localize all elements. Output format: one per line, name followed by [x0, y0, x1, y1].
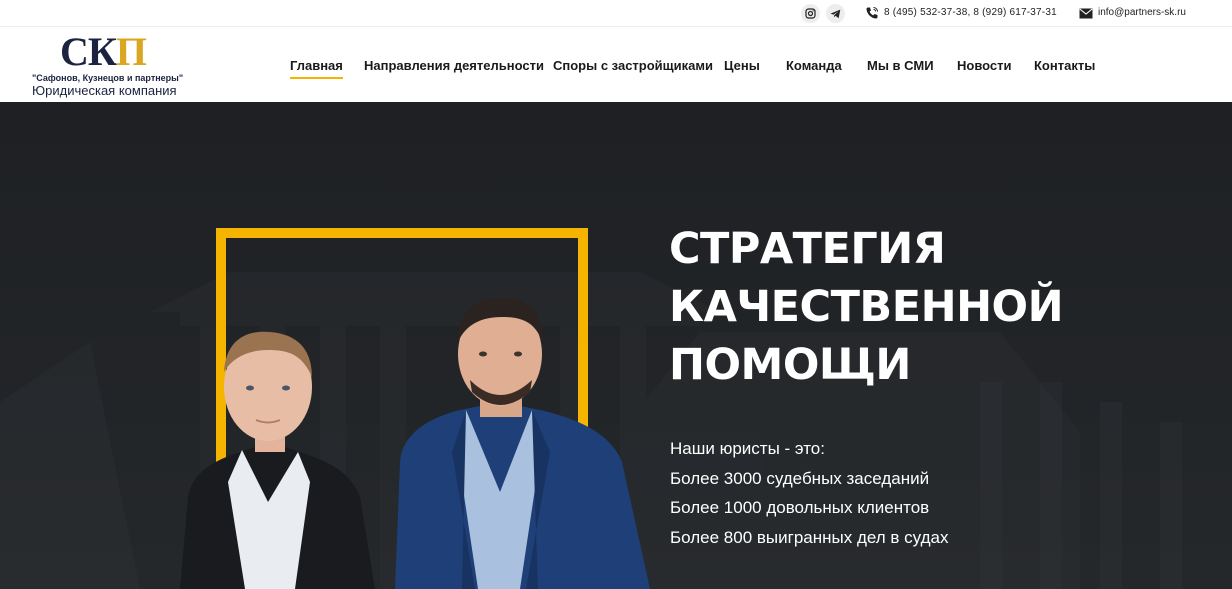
email-link[interactable]: info@partners-sk.ru [1098, 7, 1186, 18]
hero-facts: Наши юристы - это: Более 3000 судебных з… [670, 434, 948, 552]
hero-title: СТРАТЕГИЯ КАЧЕСТВЕННОЙ ПОМОЩИ [669, 220, 1189, 394]
hero-fact: Более 800 выигранных дел в судах [670, 527, 949, 547]
logo-firm-name: "Сафонов, Кузнецов и партнеры" [32, 73, 184, 83]
hero-fact: Более 3000 судебных заседаний [670, 468, 930, 488]
nav-item-media[interactable]: Мы в СМИ [867, 58, 934, 73]
telegram-icon[interactable] [826, 4, 845, 23]
nav-item-prices[interactable]: Цены [724, 58, 760, 73]
mail-icon [1079, 8, 1093, 19]
logo-mark: СКП [60, 29, 147, 74]
lawyers-photo [180, 298, 650, 589]
hero-section: СТРАТЕГИЯ КАЧЕСТВЕННОЙ ПОМОЩИ Наши юрист… [0, 102, 1232, 589]
instagram-icon[interactable] [801, 4, 820, 23]
company-logo[interactable]: СКП "Сафонов, Кузнецов и партнеры" Юриди… [32, 29, 192, 98]
hero-title-line: КАЧЕСТВЕННОЙ [669, 282, 1064, 332]
phone-icon [866, 7, 878, 19]
nav-item-contacts[interactable]: Контакты [1034, 58, 1095, 73]
site-header: СКП "Сафонов, Кузнецов и партнеры" Юриди… [0, 27, 1232, 102]
nav-item-practice-areas[interactable]: Направления деятельности [364, 58, 544, 73]
nav-item-news[interactable]: Новости [957, 58, 1012, 73]
phone-numbers-link[interactable]: 8 (495) 532-37-38, 8 (929) 617-37-31 [884, 7, 1057, 18]
hero-fact: Более 1000 довольных клиентов [670, 498, 930, 517]
logo-tagline: Юридическая компания [32, 83, 177, 98]
nav-item-developer-disputes[interactable]: Споры с застройщиками [553, 58, 713, 73]
nav-item-team[interactable]: Команда [786, 58, 842, 73]
hero-title-line: СТРАТЕГИЯ [669, 224, 946, 274]
nav-item-home[interactable]: Главная [290, 58, 343, 79]
hero-intro: Наши юристы - это: [670, 439, 825, 458]
hero-title-line: ПОМОЩИ [669, 340, 911, 390]
top-contact-bar: 8 (495) 532-37-38, 8 (929) 617-37-31 inf… [0, 0, 1232, 27]
